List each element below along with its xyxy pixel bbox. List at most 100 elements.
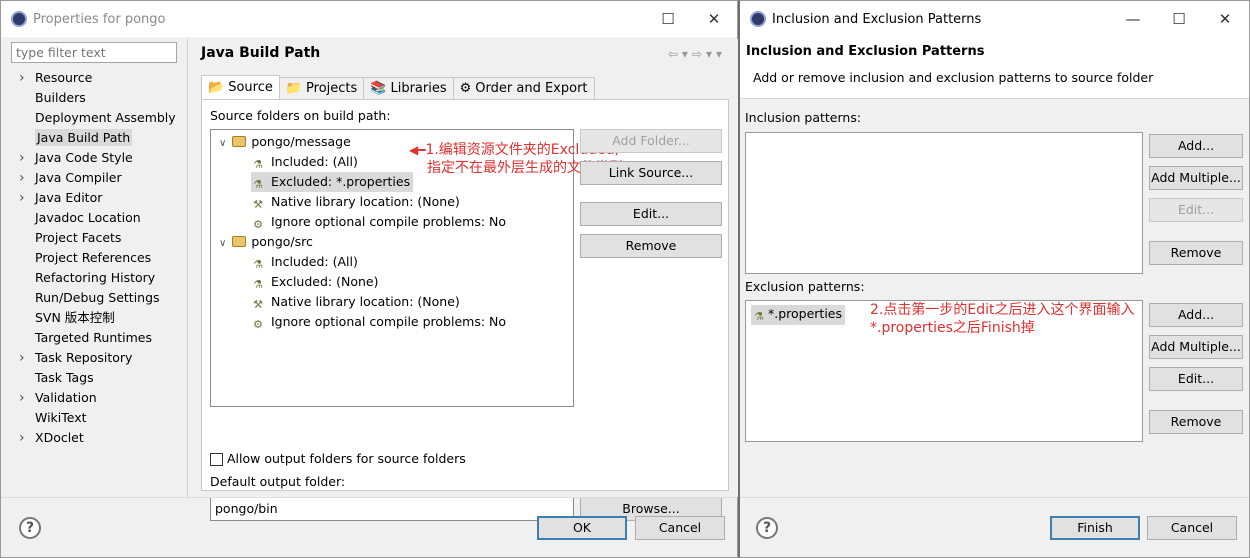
separator — [740, 497, 1249, 498]
tab-bar: 📂 Source 📁 Projects 📚 Libraries ⚙ Order and … — [201, 75, 595, 99]
tab-label: Libraries — [390, 81, 447, 96]
nav-item[interactable]: › Java Code Style — [1, 148, 187, 168]
nav-item-label: Project Facets — [35, 230, 122, 245]
link-source-button[interactable]: Link Source... — [580, 161, 722, 185]
history-nav-icons[interactable]: ⇦▾⇨▾▾ — [668, 47, 726, 61]
source-tab-icon: 📂 — [208, 80, 225, 95]
nav-item[interactable]: Project References — [1, 248, 187, 268]
nav-item-label: Java Build Path — [35, 129, 133, 146]
expand-arrow-icon[interactable]: › — [19, 428, 25, 448]
filter-input[interactable] — [11, 42, 177, 63]
help-icon[interactable]: ? — [756, 517, 778, 539]
expand-arrow-icon[interactable]: › — [19, 188, 25, 208]
nav-item[interactable]: Java Build Path — [1, 128, 187, 148]
filter-icon: ⚗ — [253, 158, 263, 171]
maximize-button[interactable]: ☐ — [645, 1, 691, 37]
tree-child-row[interactable]: ⚙ Ignore optional compile problems: No — [251, 212, 506, 232]
nav-item-label: Targeted Runtimes — [35, 330, 152, 345]
source-folders-label: Source folders on build path: — [210, 108, 391, 123]
collapse-arrow-icon[interactable]: ∨ — [219, 138, 226, 149]
nav-item[interactable]: Run/Debug Settings — [1, 288, 187, 308]
nav-item[interactable]: › Task Repository — [1, 348, 187, 368]
list-item[interactable]: ⚗ *.properties — [751, 305, 846, 325]
expand-arrow-icon[interactable]: › — [19, 388, 25, 408]
nav-item[interactable]: SVN 版本控制 — [1, 308, 187, 328]
tree-child-row[interactable]: ⚗ Included: (All) — [251, 252, 358, 272]
inclusion-add-multiple-button[interactable]: Add Multiple... — [1149, 166, 1243, 190]
tab-projects[interactable]: 📁 Projects — [278, 77, 365, 99]
cancel-button[interactable]: Cancel — [1147, 516, 1237, 540]
tree-child-row[interactable]: ⚗ Included: (All) — [251, 152, 358, 172]
cancel-button[interactable]: Cancel — [635, 516, 725, 540]
inclusion-add-button[interactable]: Add... — [1149, 134, 1243, 158]
tree-child-row[interactable]: ⚙ Ignore optional compile problems: No — [251, 312, 506, 332]
libraries-tab-icon: 📚 — [370, 81, 387, 96]
tree-child-row[interactable]: ⚒ Native library location: (None) — [251, 292, 460, 312]
tree-folder-row[interactable]: ∨ pongo/message — [219, 132, 351, 152]
filter-icon: ⚗ — [253, 178, 263, 191]
tab-libraries[interactable]: 📚 Libraries — [363, 77, 454, 99]
tab-label: Projects — [306, 81, 358, 96]
tree-child-label: Excluded: (None) — [271, 274, 379, 289]
filter-icon: ⚗ — [253, 278, 263, 291]
exclusion-add-button[interactable]: Add... — [1149, 303, 1243, 327]
nav-item[interactable]: › Resource — [1, 68, 187, 88]
exclusion-add-multiple-button[interactable]: Add Multiple... — [1149, 335, 1243, 359]
default-output-label: Default output folder: — [210, 474, 346, 489]
exclusion-edit-button[interactable]: Edit... — [1149, 367, 1243, 391]
build-path-page: Java Build Path ⇦▾⇨▾▾ 📂 Source 📁 Projects … — [188, 39, 738, 521]
nav-item-label: Java Code Style — [35, 150, 133, 165]
allow-output-checkbox[interactable] — [210, 453, 223, 466]
tree-folder-row[interactable]: ∨ pongo/src — [219, 232, 313, 252]
tree-child-row[interactable]: ⚒ Native library location: (None) — [251, 192, 460, 212]
add-folder-button[interactable]: Add Folder... — [580, 129, 722, 153]
window-title: Properties for pongo — [33, 11, 166, 27]
nav-item[interactable]: › Validation — [1, 388, 187, 408]
nav-item[interactable]: Task Tags — [1, 368, 187, 388]
minimize-button[interactable]: — — [1110, 1, 1156, 37]
nav-item-label: Builders — [35, 90, 86, 105]
nav-item[interactable]: Builders — [1, 88, 187, 108]
tab-source[interactable]: 📂 Source — [201, 75, 280, 99]
expand-arrow-icon[interactable]: › — [19, 168, 25, 188]
nav-item[interactable]: › Java Compiler — [1, 168, 187, 188]
projects-tab-icon: 📁 — [285, 81, 303, 96]
collapse-arrow-icon[interactable]: ∨ — [219, 238, 226, 249]
maximize-button[interactable]: ☐ — [1156, 1, 1202, 37]
expand-arrow-icon[interactable]: › — [19, 148, 25, 168]
nav-item[interactable]: › XDoclet — [1, 428, 187, 448]
remove-button[interactable]: Remove — [580, 234, 722, 258]
nav-item[interactable]: Project Facets — [1, 228, 187, 248]
page-title: Java Build Path — [201, 45, 321, 61]
inclusion-edit-button[interactable]: Edit... — [1149, 198, 1243, 222]
folder-name: pongo/message — [251, 134, 351, 149]
nav-item[interactable]: Deployment Assembly — [1, 108, 187, 128]
ok-button[interactable]: OK — [537, 516, 627, 540]
native-library-icon: ⚒ — [253, 198, 263, 211]
expand-arrow-icon[interactable]: › — [19, 348, 25, 368]
nav-item[interactable]: Refactoring History — [1, 268, 187, 288]
inclusion-list[interactable] — [745, 132, 1143, 274]
annotation-step2: 2.点击第一步的Edit之后进入这个界面输入 *.properties之后Fin… — [870, 301, 1134, 337]
tree-child-label: Excluded: *.properties — [271, 174, 411, 189]
annotation-text: 2.点击第一步的Edit之后进入这个界面输入 — [870, 302, 1135, 318]
tree-child-label: Native library location: (None) — [271, 194, 460, 209]
tree-child-row[interactable]: ⚗ Excluded: (None) — [251, 272, 378, 292]
nav-item[interactable]: WikiText — [1, 408, 187, 428]
tab-order-export[interactable]: ⚙ Order and Export — [452, 77, 595, 99]
expand-arrow-icon[interactable]: › — [19, 68, 25, 88]
nav-item[interactable]: Targeted Runtimes — [1, 328, 187, 348]
tree-child-row-selected[interactable]: ⚗ Excluded: *.properties — [251, 172, 414, 192]
close-button[interactable]: ✕ — [1202, 1, 1248, 37]
help-icon[interactable]: ? — [19, 517, 41, 539]
nav-item[interactable]: › Java Editor — [1, 188, 187, 208]
finish-button[interactable]: Finish — [1050, 516, 1140, 540]
close-button[interactable]: ✕ — [691, 1, 737, 37]
title-bar: Properties for pongo ☐ ✕ — [1, 1, 737, 37]
exclusion-remove-button[interactable]: Remove — [1149, 410, 1243, 434]
default-output-field[interactable]: pongo/bin — [210, 497, 574, 521]
nav-item[interactable]: Javadoc Location — [1, 208, 187, 228]
edit-button[interactable]: Edit... — [580, 202, 722, 226]
source-folder-icon — [232, 136, 247, 147]
inclusion-remove-button[interactable]: Remove — [1149, 241, 1243, 265]
